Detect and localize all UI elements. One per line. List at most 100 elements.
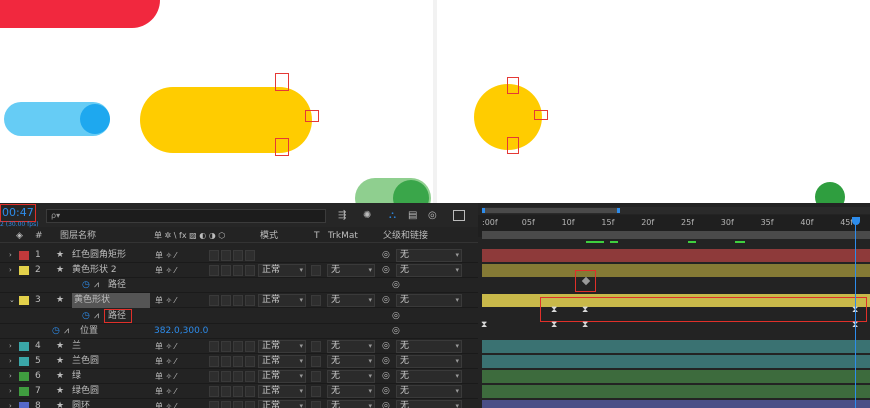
- switch-box[interactable]: [233, 371, 243, 382]
- current-time-display[interactable]: 00:47: [0, 204, 36, 222]
- trkmat-dropdown[interactable]: 无 ▾: [327, 264, 375, 277]
- pickwhip-icon[interactable]: ◎: [382, 384, 390, 399]
- mode-dropdown[interactable]: 正常 ▾: [258, 400, 306, 408]
- playhead-line[interactable]: [855, 223, 856, 408]
- graph-icon[interactable]: ⩘: [64, 324, 69, 339]
- layer-duration-bar[interactable]: [482, 249, 870, 262]
- left-composition-view[interactable]: [0, 0, 433, 203]
- pickwhip-icon[interactable]: ◎: [382, 369, 390, 384]
- path-handle-top-right[interactable]: [507, 77, 519, 94]
- switch-box[interactable]: [209, 386, 219, 397]
- switch-icons[interactable]: 单 ✧ ⁄: [155, 354, 176, 369]
- keyframe-path-2[interactable]: ⧗: [582, 305, 588, 315]
- parent-dropdown[interactable]: 无 ▾: [396, 264, 462, 277]
- label-color-chip[interactable]: [19, 342, 29, 351]
- expand-arrow-icon[interactable]: ›: [9, 354, 12, 369]
- parent-dropdown[interactable]: 无 ▾: [396, 340, 462, 353]
- parent-header[interactable]: 父级和链接: [383, 229, 428, 244]
- trkmat-dropdown[interactable]: 无 ▾: [327, 294, 375, 307]
- switch-box[interactable]: [233, 356, 243, 367]
- mode-dropdown[interactable]: 正常 ▾: [258, 355, 306, 368]
- label-color-chip[interactable]: [19, 266, 29, 275]
- pickwhip-icon[interactable]: ◎: [382, 293, 390, 308]
- switch-box[interactable]: [209, 341, 219, 352]
- switch-box[interactable]: [209, 401, 219, 408]
- trkmat-dropdown[interactable]: 无 ▾: [327, 385, 375, 398]
- path-handle-right[interactable]: [305, 110, 319, 122]
- layer-row[interactable]: › 2 ★ 黄色形状 2 单 ✧ ⁄ 正常 ▾ 无 ▾ ◎ 无 ▾: [0, 263, 478, 278]
- graph-icon[interactable]: ⩘: [94, 309, 99, 324]
- time-navigator[interactable]: [482, 207, 870, 214]
- label-color-chip[interactable]: [19, 296, 29, 305]
- preserve-transparency-box[interactable]: [311, 295, 321, 306]
- draft-3d-icon[interactable]: ✺: [363, 210, 375, 221]
- parent-dropdown[interactable]: 无 ▾: [396, 385, 462, 398]
- parent-dropdown[interactable]: 无 ▾: [396, 400, 462, 408]
- trkmat-header[interactable]: TrkMat: [328, 229, 358, 244]
- switch-icons[interactable]: 单 ✧ ⁄: [155, 339, 176, 354]
- comp-mini-flowchart-icon[interactable]: ⇶: [338, 210, 350, 221]
- switch-box[interactable]: [221, 356, 231, 367]
- mode-dropdown[interactable]: 正常 ▾: [258, 294, 306, 307]
- switch-box[interactable]: [233, 250, 243, 261]
- switch-box[interactable]: [233, 401, 243, 408]
- pickwhip-icon[interactable]: ◎: [382, 263, 390, 278]
- expand-arrow-icon[interactable]: ›: [9, 248, 12, 263]
- work-area-strip[interactable]: [482, 231, 870, 239]
- switch-box[interactable]: [245, 295, 255, 306]
- stopwatch-icon[interactable]: ◷: [82, 278, 90, 293]
- parent-dropdown[interactable]: 无 ▾: [396, 294, 462, 307]
- switch-box[interactable]: [209, 295, 219, 306]
- layer-search-input[interactable]: ρ▾: [46, 209, 326, 223]
- graph-editor-icon[interactable]: [453, 210, 465, 221]
- parent-dropdown[interactable]: 无 ▾: [396, 370, 462, 383]
- expand-arrow-icon[interactable]: ›: [9, 384, 12, 399]
- switch-icons[interactable]: 单 ✧ ⁄: [155, 399, 176, 408]
- switch-box[interactable]: [209, 250, 219, 261]
- property-row[interactable]: ◷ ⩘ 位置 382.0,300.0 ◎: [0, 324, 478, 339]
- switch-box[interactable]: [245, 386, 255, 397]
- switch-box[interactable]: [221, 250, 231, 261]
- layer-name[interactable]: 兰: [72, 339, 81, 354]
- pickwhip-icon[interactable]: ◎: [382, 354, 390, 369]
- shy-layers-icon[interactable]: ⛬: [389, 210, 401, 221]
- layer-name-header[interactable]: 图层名称: [60, 229, 96, 244]
- graph-icon[interactable]: ⩘: [94, 278, 99, 293]
- switch-icons[interactable]: 单 ✧ ⁄: [155, 263, 176, 278]
- layer-name[interactable]: 圆环: [72, 399, 90, 408]
- layer-row[interactable]: › 6 ★ 绿 单 ✧ ⁄ 正常 ▾ 无 ▾ ◎ 无 ▾: [0, 369, 478, 384]
- trkmat-dropdown[interactable]: 无 ▾: [327, 400, 375, 408]
- switch-box[interactable]: [221, 371, 231, 382]
- switch-box[interactable]: [221, 341, 231, 352]
- expand-arrow-icon[interactable]: ›: [9, 339, 12, 354]
- keyframe-position-3[interactable]: ⧗: [582, 320, 588, 330]
- switch-icons[interactable]: 单 ✧ ⁄: [155, 384, 176, 399]
- layer-name[interactable]: 黄色形状 2: [72, 263, 117, 278]
- expand-arrow-icon[interactable]: ⌄: [9, 293, 15, 308]
- preserve-transparency-box[interactable]: [311, 371, 321, 382]
- layer-duration-bar[interactable]: [482, 355, 870, 368]
- path-handle-bottom[interactable]: [275, 138, 289, 156]
- label-color-chip[interactable]: [19, 251, 29, 260]
- layer-name[interactable]: 红色圆角矩形: [72, 248, 126, 263]
- parent-dropdown[interactable]: 无 ▾: [396, 355, 462, 368]
- switch-box[interactable]: [245, 371, 255, 382]
- pickwhip-icon[interactable]: ◎: [392, 278, 400, 293]
- switch-box[interactable]: [233, 386, 243, 397]
- switch-box[interactable]: [221, 386, 231, 397]
- mode-dropdown[interactable]: 正常 ▾: [258, 264, 306, 277]
- switch-box[interactable]: [233, 265, 243, 276]
- label-color-chip[interactable]: [19, 372, 29, 381]
- layer-name[interactable]: 绿色圆: [72, 384, 99, 399]
- layer-name[interactable]: 黄色形状: [72, 293, 150, 308]
- pickwhip-icon[interactable]: ◎: [392, 324, 400, 339]
- mode-dropdown[interactable]: 正常 ▾: [258, 370, 306, 383]
- expand-arrow-icon[interactable]: ›: [9, 263, 12, 278]
- pickwhip-icon[interactable]: ◎: [392, 309, 400, 324]
- stopwatch-icon[interactable]: ◷: [52, 324, 60, 339]
- switch-box[interactable]: [209, 371, 219, 382]
- right-composition-view[interactable]: [437, 0, 870, 203]
- keyframe-position-2[interactable]: ⧗: [551, 320, 557, 330]
- switch-box[interactable]: [245, 265, 255, 276]
- preserve-transparency-box[interactable]: [311, 265, 321, 276]
